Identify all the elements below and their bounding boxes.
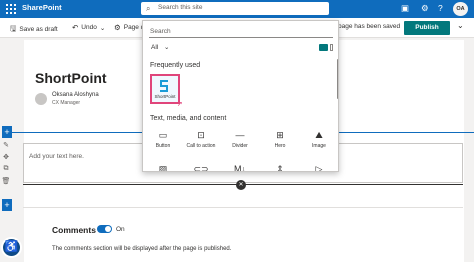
hero-icon: ⊞ (276, 130, 284, 140)
chat-icon[interactable]: ▣ (401, 3, 409, 14)
toolbox-search-input[interactable]: Search (149, 27, 333, 38)
chevron-down-icon: ⌄ (164, 44, 170, 51)
undo-icon: ↶ (72, 23, 79, 32)
image-gallery-icon: ▨ (158, 164, 168, 172)
comments-toggle-label: On (116, 226, 125, 233)
stream-web-part-tile[interactable]: ▷ (301, 164, 337, 172)
app-title[interactable]: SharePoint (22, 3, 62, 12)
shortpoint-logo-icon (160, 80, 170, 92)
save-icon: 🖫 (10, 24, 17, 33)
call-to-action-icon: ⊡ (197, 130, 205, 140)
page-details-button[interactable]: ⚙ Page d (114, 23, 144, 32)
add-section-button-bottom[interactable]: + (2, 199, 12, 211)
cursor-icon: ➚ (177, 101, 183, 108)
comments-note: The comments section will be displayed a… (52, 246, 232, 252)
help-icon[interactable]: ? (438, 3, 443, 14)
saved-status: page has been saved (338, 23, 401, 30)
author-name: Oksana Aloshyna (52, 92, 99, 98)
image-web-part-tile[interactable]: ⛰ Image (301, 130, 337, 149)
edit-section-icon[interactable]: ✎ (1, 141, 11, 149)
comments-title: Comments (52, 225, 96, 235)
link-icon: ⊂⊃ (193, 164, 209, 172)
toolbox-filter-dropdown[interactable]: All ⌄ (151, 43, 170, 51)
search-placeholder: Search this site (158, 4, 203, 11)
chevron-down-icon: ⌄ (99, 24, 106, 32)
grid-view-icon[interactable] (319, 44, 328, 51)
search-icon: ⌕ (146, 4, 151, 13)
markdown-icon: M↓ (234, 164, 246, 172)
publish-button[interactable]: Publish (404, 21, 450, 35)
text-placeholder: Add your text here. (29, 153, 84, 160)
shortpoint-label: ShortPoint (154, 94, 176, 99)
delete-section-icon[interactable]: 🗑 (1, 177, 11, 185)
add-section-button[interactable]: + (2, 126, 12, 138)
more-options-icon[interactable]: ⌄ (457, 21, 464, 30)
call-to-action-web-part-tile[interactable]: ⊡ Call to action (183, 130, 219, 149)
page-title[interactable]: ShortPoint (35, 70, 107, 86)
site-search-box[interactable]: ⌕ Search this site (141, 2, 329, 15)
tile-label: Call to action (186, 143, 216, 149)
divider-web-part-tile[interactable]: — Divider (222, 130, 258, 149)
button-icon: ▭ (158, 130, 168, 140)
undo-button[interactable]: ↶ Undo ⌄ (72, 23, 105, 32)
gear-icon: ⚙ (114, 23, 121, 32)
duplicate-section-icon[interactable]: ⧉ (1, 165, 11, 173)
toolbox-scrollbar[interactable] (337, 59, 338, 99)
hero-web-part-tile[interactable]: ⊞ Hero (262, 130, 298, 149)
frequently-used-heading: Frequently used (150, 62, 201, 69)
suite-bar: SharePoint ⌕ Search this site ▣ ⚙ ? OA (0, 0, 474, 18)
move-section-icon[interactable]: ✥ (1, 153, 11, 161)
waffle-icon[interactable] (6, 4, 16, 14)
undo-label: Undo (81, 24, 97, 31)
web-part-toolbox: Search All ⌄ Frequently used ShortPoint … (142, 20, 339, 172)
list-view-icon[interactable] (330, 44, 333, 51)
author-avatar (35, 93, 47, 105)
toolbox-search-placeholder: Search (150, 28, 171, 35)
markdown-web-part-tile[interactable]: M↓ (222, 164, 258, 172)
toolbox-filter-value: All (151, 44, 159, 51)
comments-separator (23, 207, 463, 208)
tile-label: Button (155, 143, 171, 149)
comments-toggle[interactable] (97, 225, 112, 233)
button-web-part-tile[interactable]: ▭ Button (145, 130, 181, 149)
link-web-part-tile[interactable]: ⊂⊃ (183, 164, 219, 172)
image-gallery-web-part-tile[interactable]: ▨ (145, 164, 181, 172)
stream-icon: ▷ (315, 164, 323, 172)
text-media-heading: Text, media, and content (150, 115, 227, 122)
tile-label: Hero (274, 143, 286, 149)
tile-label: Divider (232, 143, 248, 149)
divider-icon: — (235, 130, 245, 140)
author-role: CX Manager (52, 100, 81, 106)
shortpoint-web-part-tile[interactable]: ShortPoint (150, 74, 180, 104)
save-draft-label: Save as draft (19, 26, 58, 33)
save-draft-button[interactable]: 🖫 Save as draft (10, 23, 58, 36)
spacer-icon: ⇕ (276, 164, 284, 172)
image-icon: ⛰ (315, 130, 323, 140)
view-toggle[interactable] (319, 44, 333, 51)
close-icon[interactable]: ✕ (236, 180, 246, 190)
spacer-web-part-tile[interactable]: ⇕ (262, 164, 298, 172)
accessibility-icon[interactable]: ♿ (1, 237, 22, 258)
gear-icon[interactable]: ⚙ (421, 3, 429, 14)
tile-label: Image (312, 143, 326, 149)
user-avatar[interactable]: OA (453, 2, 468, 16)
